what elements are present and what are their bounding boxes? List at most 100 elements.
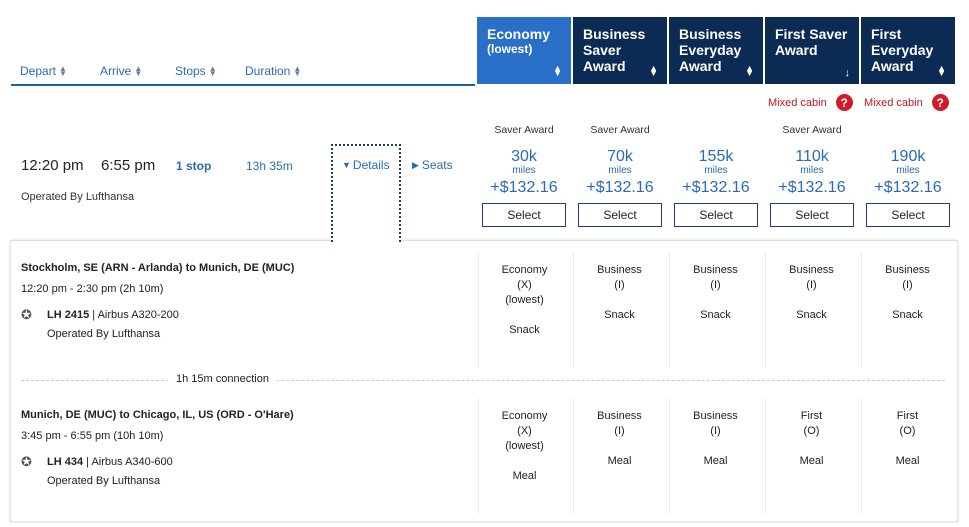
cabin-name: First xyxy=(800,410,823,422)
miles-value: 110k xyxy=(795,148,829,165)
cabin-header-label: Everyday xyxy=(871,42,934,58)
cabin-header-first-everyday[interactable]: First Everyday Award ▲ ▼ xyxy=(861,17,955,84)
miles-value: 190k xyxy=(890,148,926,165)
saver-award-label: Saver Award xyxy=(782,124,842,136)
seats-toggle[interactable]: ▶ Seats xyxy=(412,158,453,172)
cabin-name: Business xyxy=(693,264,738,276)
meal-service: Meal xyxy=(703,455,728,467)
cabin-note: (lowest) xyxy=(505,440,544,452)
fare-economy: Saver Award 30k miles +$132.16 xyxy=(482,124,566,198)
seats-label: Seats xyxy=(421,158,453,172)
fare-first-saver: Saver Award 110k miles +$132.16 xyxy=(770,124,854,198)
cabin-name: Business xyxy=(789,264,834,276)
sort-bar: Depart ▲ ▼ Arrive ▲ ▼ Stops ▲ ▼ Duration ▲ ▼ xyxy=(11,64,475,86)
segment-cabin-cell: Economy (X) (lowest) Snack xyxy=(478,252,570,368)
cabin-name: First xyxy=(896,410,919,422)
details-label: Details xyxy=(352,158,390,172)
sort-depart-label: Depart xyxy=(20,64,57,78)
cabin-header-label: Award xyxy=(775,42,818,58)
caret-down-icon: ▼ xyxy=(342,160,351,170)
aircraft: | Airbus A340-600 xyxy=(86,456,173,468)
meal-service: Snack xyxy=(509,324,540,336)
star-alliance-icon: ✪ xyxy=(21,307,32,322)
help-icon[interactable]: ? xyxy=(835,94,853,111)
miles-label: miles xyxy=(704,165,728,176)
miles-value: 70k xyxy=(607,148,633,165)
segment-cabin-cell: Business (I) Snack xyxy=(861,252,953,368)
miles-label: miles xyxy=(896,165,920,176)
cabin-name: Economy xyxy=(501,410,548,422)
cabin-header-label: Saver xyxy=(583,42,622,58)
segment-cabin-cell: Business (I) Meal xyxy=(573,398,665,514)
segment-time: 3:45 pm - 6:55 pm (10h 10m) xyxy=(21,430,164,442)
mixed-cabin-notice: Mixed cabin ? xyxy=(864,94,949,111)
cabin-header-first-saver[interactable]: First Saver Award ↓ xyxy=(765,17,859,84)
flight-number: LH 2415 xyxy=(47,309,90,321)
miles-value: 30k xyxy=(511,148,537,165)
cabin-code: (X) xyxy=(517,425,532,437)
segment-time: 12:20 pm - 2:30 pm (2h 10m) xyxy=(21,283,164,295)
segment-cabin-cell: Business (I) Snack xyxy=(765,252,857,368)
cabin-note: (lowest) xyxy=(505,294,544,306)
sort-arrive-button[interactable]: Arrive ▲ ▼ xyxy=(100,64,143,78)
select-business-saver-button[interactable]: Select xyxy=(578,203,662,227)
meal-service: Snack xyxy=(604,309,635,321)
sort-updown-icon: ▲ ▼ xyxy=(745,63,754,78)
sort-stops-label: Stops xyxy=(175,64,206,78)
cabin-code: (X) xyxy=(517,279,532,291)
sort-updown-icon: ▲ ▼ xyxy=(293,64,302,78)
cabin-header-label: Award xyxy=(871,58,914,74)
cabin-code: (O) xyxy=(899,425,916,437)
cabin-header-business-saver[interactable]: Business Saver Award ▲ ▼ xyxy=(573,17,667,84)
segment-cabin-cell: Business (I) Snack xyxy=(669,252,761,368)
select-first-everyday-button[interactable]: Select xyxy=(866,203,950,227)
saver-award-label: Saver Award xyxy=(494,124,554,136)
help-icon[interactable]: ? xyxy=(931,94,949,111)
fare-price: +$132.16 xyxy=(586,179,654,196)
saver-award-label: Saver Award xyxy=(590,124,650,136)
sort-arrive-label: Arrive xyxy=(100,64,132,78)
segment-operated-by: Operated By Lufthansa xyxy=(47,475,161,487)
fare-first-everyday: 190k miles +$132.16 xyxy=(866,124,950,198)
sort-updown-icon: ▲ ▼ xyxy=(134,64,143,78)
select-economy-button[interactable]: Select xyxy=(482,203,566,227)
sort-updown-icon: ▲ ▼ xyxy=(208,64,217,78)
cabin-header-label: Business xyxy=(679,26,742,42)
sort-depart-button[interactable]: Depart ▲ ▼ xyxy=(20,64,67,78)
cabin-header-business-everyday[interactable]: Business Everyday Award ▲ ▼ xyxy=(669,17,763,84)
cabin-name: Business xyxy=(885,264,930,276)
flight-number: LH 434 xyxy=(47,456,84,468)
sort-stops-button[interactable]: Stops ▲ ▼ xyxy=(175,64,217,78)
mixed-cabin-notice: Mixed cabin ? xyxy=(768,94,853,111)
stops-link[interactable]: 1 stop xyxy=(176,159,211,173)
duration-value: 13h 35m xyxy=(246,159,293,173)
connection-divider xyxy=(21,380,945,381)
sort-duration-button[interactable]: Duration ▲ ▼ xyxy=(245,64,302,78)
cabin-code: (O) xyxy=(803,425,820,437)
cabin-header-label: First xyxy=(871,26,902,42)
segment-cabin-cell: Business (I) Meal xyxy=(669,398,761,514)
segment-flight: ✪ LH 434 | Airbus A340-600 xyxy=(21,454,173,470)
miles-label: miles xyxy=(512,165,536,176)
depart-time: 12:20 pm xyxy=(21,157,84,174)
cabin-header-label: First Saver xyxy=(775,26,848,42)
segment-cabin-cell: Economy (X) (lowest) Meal xyxy=(478,398,570,514)
fare-business-everyday: 155k miles +$132.16 xyxy=(674,124,758,198)
cabin-header-sublabel: (lowest) xyxy=(487,42,533,56)
select-first-saver-button[interactable]: Select xyxy=(770,203,854,227)
segment-route: Stockholm, SE (ARN - Arlanda) to Munich,… xyxy=(21,262,295,274)
fare-business-saver: Saver Award 70k miles +$132.16 xyxy=(578,124,662,198)
segment-route: Munich, DE (MUC) to Chicago, IL, US (ORD… xyxy=(21,409,294,421)
cabin-header-label: Award xyxy=(583,58,626,74)
select-business-everyday-button[interactable]: Select xyxy=(674,203,758,227)
arrive-time: 6:55 pm xyxy=(101,157,156,174)
cabin-header-label: Everyday xyxy=(679,42,742,58)
cabin-code: (I) xyxy=(710,279,721,291)
cabin-header-economy[interactable]: Economy (lowest) ▲ ▼ xyxy=(477,17,571,84)
cabin-header-label: Economy xyxy=(487,26,551,42)
sort-updown-icon: ▲ ▼ xyxy=(649,63,658,78)
details-toggle[interactable]: ▼ Details xyxy=(342,158,390,172)
segment-cabin-cell: Business (I) Snack xyxy=(573,252,665,368)
cabin-code: (I) xyxy=(614,279,625,291)
saver-award-label xyxy=(674,124,758,138)
